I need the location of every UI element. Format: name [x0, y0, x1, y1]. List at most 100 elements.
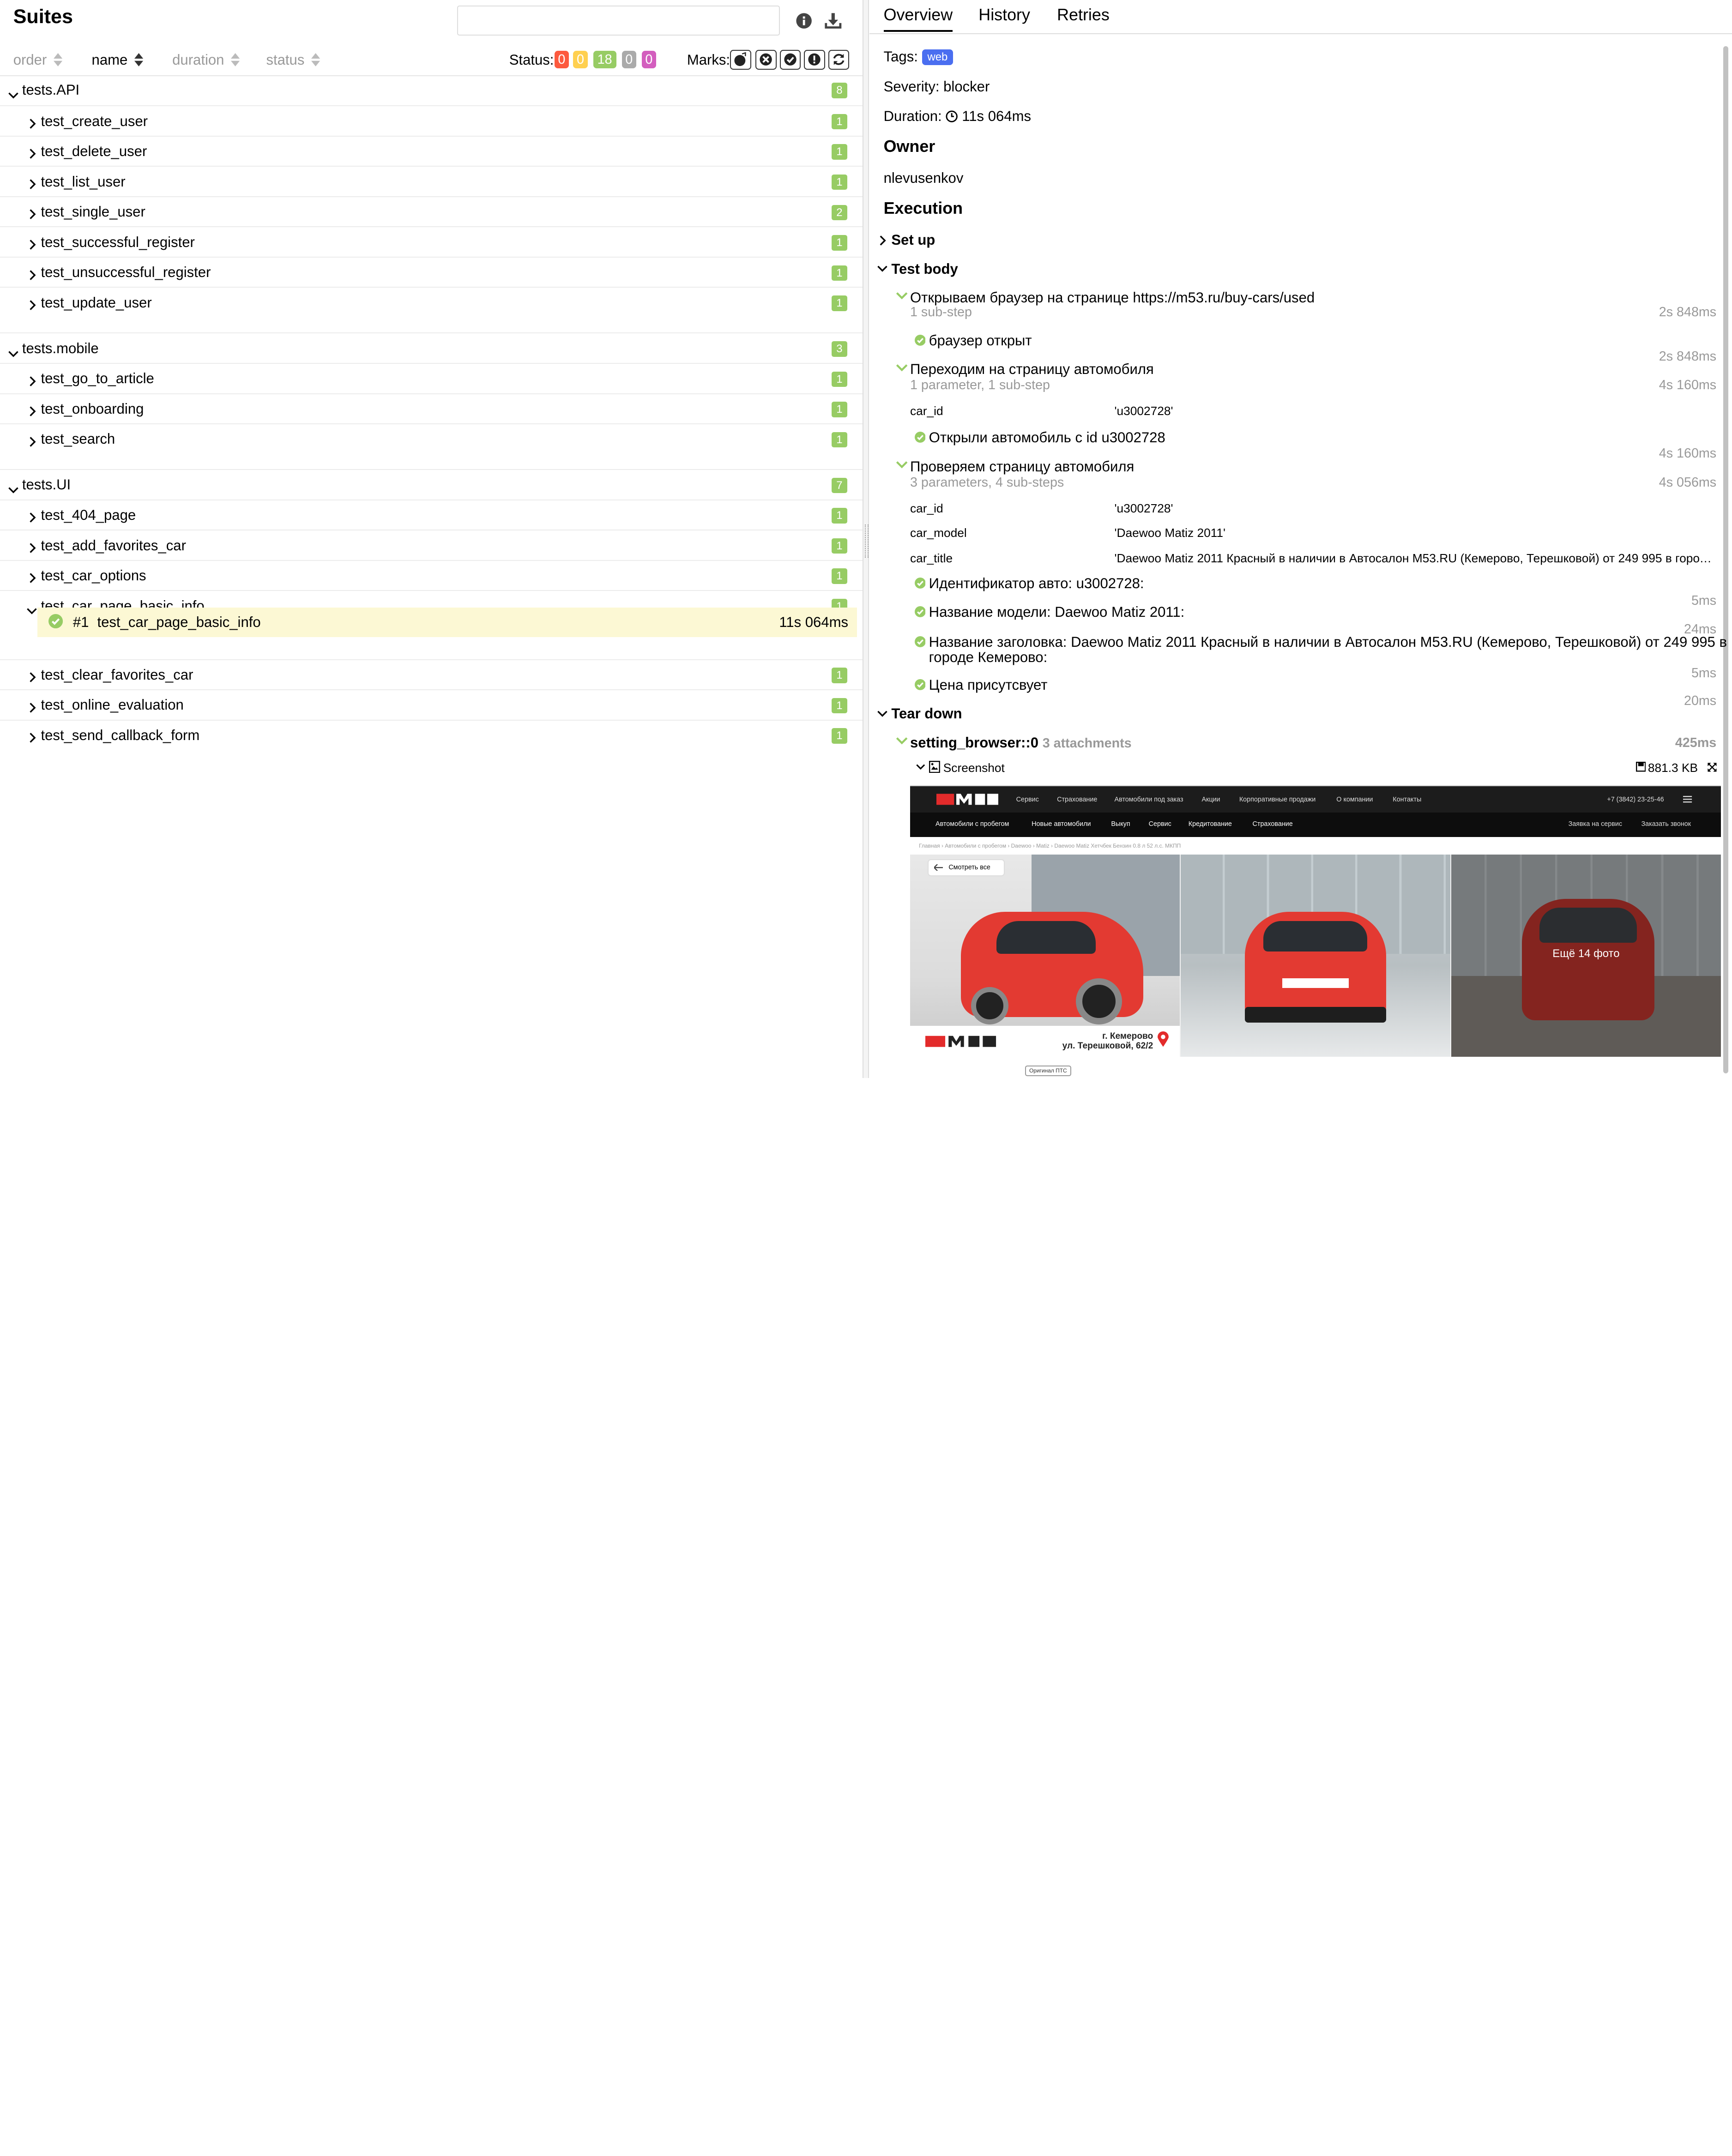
param-key: car_id [910, 501, 943, 515]
chevron-right-icon[interactable] [29, 237, 36, 254]
test-case-row[interactable]: test_list_user 1 [0, 166, 863, 197]
location-pin-icon [1157, 1031, 1169, 1047]
suite-group-name: tests.UI [22, 476, 71, 493]
owner-name: nlevusenkov [883, 170, 964, 187]
chevron-right-icon[interactable] [29, 571, 36, 587]
execution-heading: Execution [883, 199, 963, 217]
count-badge: 1 [832, 295, 847, 311]
sort-name[interactable]: name [92, 52, 143, 68]
test-case-row[interactable]: test_clear_favorites_car 1 [0, 659, 863, 690]
chevron-right-icon[interactable] [29, 700, 36, 717]
count-badge: 1 [832, 538, 847, 554]
test-case-row[interactable]: test_successful_register 1 [0, 226, 863, 257]
chevron-down-icon[interactable] [877, 709, 888, 718]
chevron-down-icon[interactable] [8, 86, 19, 103]
sort-order[interactable]: order [13, 52, 62, 68]
chevron-down-icon[interactable] [877, 264, 888, 273]
result-name: test_car_page_basic_info [97, 614, 261, 630]
step-chevron-icon[interactable] [896, 736, 908, 745]
chevron-right-icon[interactable] [29, 404, 36, 421]
status-unknown-toggle[interactable]: 0 [641, 51, 656, 69]
suite-group[interactable]: tests.API 8 [0, 75, 863, 105]
attachment-name[interactable]: Screenshot [943, 761, 1005, 775]
fixture-row[interactable]: setting_browser::0 3 attachments [910, 735, 1132, 751]
new-failed-mark-icon[interactable] [755, 49, 777, 70]
test-case-row[interactable]: test_go_to_article 1 [0, 363, 863, 394]
test-case-row[interactable]: test_search 1 [0, 423, 863, 454]
chevron-right-icon[interactable] [29, 730, 36, 747]
chevron-right-icon[interactable] [29, 267, 36, 284]
chevron-right-icon[interactable] [29, 510, 36, 527]
test-case-row[interactable]: test_update_user 1 [0, 287, 863, 318]
tab-overview[interactable]: Overview [883, 6, 953, 32]
chevron-right-icon[interactable] [29, 177, 36, 193]
flaky-mark-icon[interactable] [730, 49, 751, 70]
setup-section[interactable]: Set up [891, 232, 935, 248]
tags-row: Tags: web [884, 48, 954, 65]
chevron-right-icon[interactable] [29, 374, 36, 391]
back-button: Смотреть все [928, 859, 1005, 877]
screenshot-nav-item: Сервис [1016, 796, 1039, 804]
test-case-row[interactable]: test_single_user 2 [0, 196, 863, 227]
chevron-right-icon[interactable] [29, 207, 36, 223]
step-go-to-car-page[interactable]: Переходим на страницу автомобиля [910, 361, 1154, 378]
param-key: car_id [910, 404, 943, 418]
step-open-browser[interactable]: Открываем браузер на странице https://m5… [910, 289, 1315, 306]
status-broken-toggle[interactable]: 0 [573, 51, 588, 69]
chevron-right-icon[interactable] [29, 434, 36, 451]
teardown-section[interactable]: Tear down [891, 705, 962, 722]
test-case-row[interactable]: test_send_callback_form 1 [0, 719, 863, 751]
chevron-right-icon[interactable] [29, 116, 36, 133]
chevron-down-icon[interactable] [8, 481, 19, 498]
screenshot-attachment[interactable]: Сервис Страхование Автомобили под заказ … [910, 785, 1721, 1078]
chevron-down-icon[interactable] [916, 763, 926, 771]
test-case-row[interactable]: test_online_evaluation 1 [0, 689, 863, 720]
retries-mark-icon[interactable] [828, 49, 850, 70]
suite-group[interactable]: tests.mobile 3 [0, 332, 863, 363]
test-case-name: test_clear_favorites_car [41, 666, 193, 683]
test-body-section[interactable]: Test body [891, 261, 958, 277]
test-case-row[interactable]: test_delete_user 1 [0, 135, 863, 167]
status-skipped-toggle[interactable]: 0 [622, 51, 636, 69]
test-case-row[interactable]: test_unsuccessful_register 1 [0, 256, 863, 288]
step-chevron-icon[interactable] [896, 363, 908, 372]
save-icon[interactable] [1635, 762, 1646, 772]
m53-logo-icon [925, 1036, 996, 1047]
chevron-down-icon[interactable] [26, 602, 37, 619]
chevron-right-icon[interactable] [29, 670, 36, 687]
chevron-right-icon[interactable] [29, 146, 36, 163]
count-badge: 2 [832, 205, 847, 221]
expand-icon[interactable] [1707, 762, 1718, 773]
details-scrollbar[interactable] [1723, 46, 1729, 1073]
test-case-row[interactable]: test_add_favorites_car 1 [0, 530, 863, 560]
search-input[interactable] [457, 5, 780, 36]
step-chevron-icon[interactable] [896, 460, 908, 469]
new-broken-mark-icon[interactable] [804, 49, 825, 70]
test-case-row[interactable]: test_car_options 1 [0, 560, 863, 591]
test-case-name: test_delete_user [41, 143, 147, 160]
chevron-right-icon[interactable] [878, 235, 887, 246]
new-passed-mark-icon[interactable] [779, 49, 801, 70]
sort-duration[interactable]: duration [172, 52, 240, 68]
suite-group-name: tests.API [22, 81, 80, 98]
status-passed-toggle[interactable]: 18 [593, 51, 616, 69]
chevron-right-icon[interactable] [29, 541, 36, 557]
step-check-car-page[interactable]: Проверяем страницу автомобиля [910, 458, 1134, 475]
suite-group[interactable]: tests.UI 7 [0, 469, 863, 500]
step-chevron-icon[interactable] [896, 291, 908, 300]
chevron-right-icon[interactable] [29, 298, 36, 314]
selected-test-result[interactable]: #1 test_car_page_basic_info 11s 064ms [37, 607, 857, 638]
tab-retries[interactable]: Retries [1057, 6, 1110, 24]
download-icon[interactable] [824, 12, 842, 30]
pane-splitter[interactable] [863, 0, 869, 1078]
count-badge: 8 [832, 83, 847, 98]
test-case-row[interactable]: test_404_page 1 [0, 499, 863, 530]
sort-status[interactable]: status [266, 52, 320, 68]
info-icon[interactable] [795, 12, 813, 30]
status-failed-toggle[interactable]: 0 [554, 51, 569, 69]
chevron-down-icon[interactable] [8, 344, 19, 361]
test-case-row[interactable]: test_create_user 1 [0, 105, 863, 136]
test-case-row[interactable]: test_onboarding 1 [0, 393, 863, 424]
tag-badge[interactable]: web [922, 49, 954, 65]
tab-history[interactable]: History [978, 6, 1030, 24]
